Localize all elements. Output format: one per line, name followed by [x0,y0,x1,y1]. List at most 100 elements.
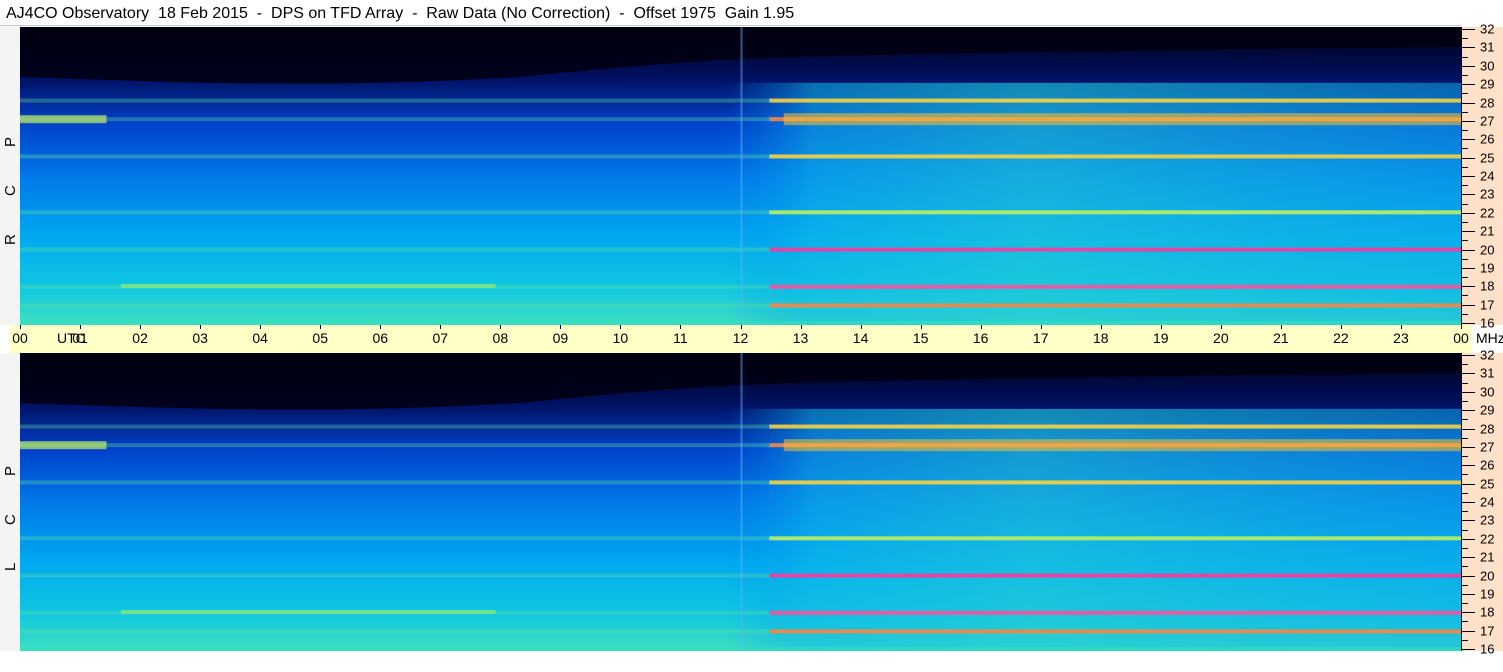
frequency-tick-mark [1461,286,1475,288]
time-tick-mark [1400,325,1402,329]
frequency-minor-tick [1461,400,1468,402]
time-tick-mark [860,325,862,329]
signal-band-17mhz-daytime [769,303,1461,308]
frequency-tick-label: 18 [1480,604,1495,620]
time-tick-mark [1160,325,1162,329]
signal-band-20mhz-daytime [769,247,1461,252]
frequency-tick-label: 24 [1480,494,1495,510]
frequency-tick-label: 20 [1480,568,1495,583]
frequency-minor-tick [1461,130,1468,132]
time-tick-mark [800,325,802,329]
frequency-minor-tick [1461,258,1468,260]
time-tick-label: 18 [1092,330,1109,346]
time-tick-mark [560,325,562,329]
frequency-minor-tick [1461,74,1468,76]
frequency-tick-mark [1461,102,1475,104]
signal-band-18mhz-daytime [769,610,1461,615]
frequency-minor-tick [1461,185,1468,187]
frequency-minor-tick [1461,166,1468,168]
frequency-tick-mark [1461,231,1475,233]
frequency-tick-label: 29 [1480,402,1495,418]
time-tick-label: 00 [12,330,28,346]
time-tick-mark [20,325,21,329]
time-tick-label: 23 [1393,330,1409,346]
frequency-tick-mark [1461,649,1475,650]
frequency-minor-tick [1461,277,1468,279]
interference-line [740,353,743,651]
time-tick-label: 20 [1213,330,1229,346]
early-band-18mhz [120,284,496,289]
frequency-tick-mark [1461,593,1475,595]
frequency-tick-mark [1461,304,1475,306]
rcp-spectrogram-canvas [20,27,1461,325]
frequency-minor-tick [1461,474,1468,476]
frequency-minor-tick [1461,203,1468,205]
time-tick-mark [320,325,322,329]
frequency-tick-label: 28 [1480,95,1495,110]
frequency-tick-label: 23 [1480,186,1495,202]
frequency-tick-label: 16 [1480,641,1495,657]
time-tick-label: 09 [552,330,569,346]
lcp-spectrogram [20,353,1461,651]
time-tick-mark [380,325,382,329]
frequency-tick-label: 31 [1480,365,1495,381]
time-tick-label: 00 [1453,330,1469,346]
frequency-minor-tick [1461,566,1468,568]
mhz-unit-label: MHz [1476,330,1503,346]
frequency-tick-label: 25 [1480,476,1495,492]
lcp-frequency-scale: 32 31 30 29 28 27 26 25 24 23 22 21 20 19 18 17 16 [1461,348,1503,657]
frequency-tick-mark [1461,612,1475,614]
bottom-edge-band [20,647,1461,651]
frequency-tick-label: 28 [1480,421,1495,436]
frequency-minor-tick [1461,639,1468,641]
frequency-tick-label: 26 [1480,131,1495,147]
frequency-tick-label: 32 [1480,347,1495,363]
time-tick-mark [500,325,502,329]
frequency-tick-label: 32 [1480,21,1495,37]
time-tick-mark [1100,325,1102,329]
time-tick-label: 03 [192,330,208,346]
time-tick-mark [260,325,262,329]
frequency-tick-label: 22 [1480,205,1495,221]
hot-spot-band [783,113,1461,126]
frequency-minor-tick [1461,511,1468,513]
frequency-tick-mark [1461,373,1475,375]
frequency-tick-label: 23 [1480,512,1495,528]
frequency-tick-mark [1461,267,1475,269]
signal-band-20mhz-daytime [769,573,1461,578]
frequency-tick-mark [1461,465,1475,467]
time-tick-label: 21 [1273,330,1289,346]
time-tick-mark [80,325,82,329]
frequency-minor-tick [1461,240,1468,242]
frequency-minor-tick [1461,437,1468,439]
frequency-minor-tick [1461,364,1468,366]
signal-band-17mhz-daytime [769,629,1461,634]
frequency-tick-mark [1461,428,1475,430]
frequency-tick-label: 17 [1480,623,1495,639]
time-tick-label: 17 [1032,330,1049,346]
frequency-minor-tick [1461,621,1468,623]
time-tick-mark [740,325,742,329]
frequency-tick-mark [1461,410,1475,412]
frequency-tick-label: 27 [1480,439,1495,455]
time-tick-mark [920,325,922,329]
interference-line [740,27,743,325]
frequency-tick-label: 19 [1480,260,1495,276]
frequency-minor-tick [1461,603,1468,605]
frequency-tick-label: 21 [1480,223,1495,239]
time-tick-label: 16 [972,330,989,346]
time-tick-label: 15 [912,330,929,346]
frequency-minor-tick [1461,56,1468,58]
frequency-tick-mark [1461,323,1475,324]
frequency-minor-tick [1461,221,1468,223]
frequency-minor-tick [1461,111,1468,113]
frequency-tick-label: 30 [1480,384,1495,400]
frequency-tick-mark [1461,557,1475,559]
signal-band-25mhz-daytime [769,480,1461,485]
rcp-frequency-scale: 32 31 30 29 28 27 26 25 24 23 22 21 20 19 18 17 16 [1461,22,1503,331]
time-tick-mark [1220,325,1222,329]
frequency-tick-mark [1461,355,1475,356]
time-tick-mark [980,325,982,329]
lcp-spectrogram-canvas [20,353,1461,651]
frequency-tick-mark [1461,575,1475,577]
